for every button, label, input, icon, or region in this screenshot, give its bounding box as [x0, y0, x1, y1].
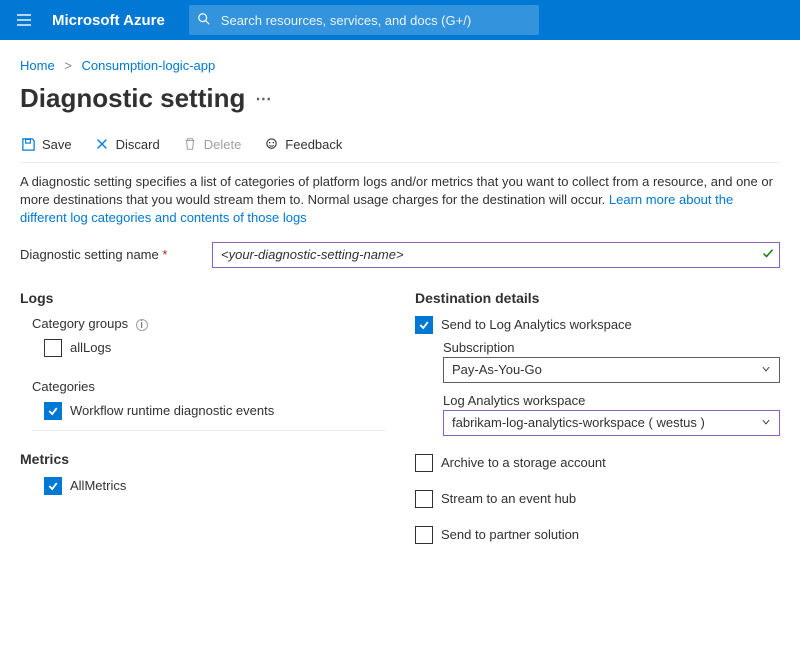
law-dropdown[interactable]: fabrikam-log-analytics-workspace ( westu…	[443, 410, 780, 436]
page-title: Diagnostic setting	[20, 83, 245, 114]
hamburger-icon[interactable]	[8, 4, 40, 36]
validation-check-icon	[762, 247, 774, 262]
delete-icon	[182, 136, 198, 152]
destination-heading: Destination details	[415, 290, 780, 306]
description-text: A diagnostic setting specifies a list of…	[20, 173, 780, 228]
allmetrics-label: AllMetrics	[70, 478, 126, 493]
setting-name-input[interactable]	[212, 242, 780, 268]
law-value: fabrikam-log-analytics-workspace ( westu…	[452, 415, 705, 430]
workflow-events-checkbox[interactable]: Workflow runtime diagnostic events	[32, 402, 385, 420]
setting-name-row: Diagnostic setting name *	[20, 242, 780, 268]
setting-name-label: Diagnostic setting name *	[20, 247, 198, 262]
checkbox-icon	[415, 526, 433, 544]
chevron-down-icon	[761, 415, 771, 430]
save-button[interactable]: Save	[20, 136, 72, 152]
send-law-checkbox[interactable]: Send to Log Analytics workspace	[415, 316, 780, 334]
azure-topbar: Microsoft Azure	[0, 0, 800, 40]
allmetrics-checkbox[interactable]: AllMetrics	[32, 477, 385, 495]
info-icon[interactable]: i	[136, 319, 148, 331]
workflow-events-label: Workflow runtime diagnostic events	[70, 403, 274, 418]
command-bar: Save Discard Delete Feedback	[20, 128, 780, 163]
feedback-button[interactable]: Feedback	[263, 136, 342, 152]
checkbox-icon	[44, 477, 62, 495]
global-search[interactable]	[189, 5, 539, 35]
categories-heading: Categories	[32, 379, 385, 394]
more-actions-icon[interactable]: ⋯	[255, 89, 273, 109]
checkbox-icon	[415, 490, 433, 508]
chevron-right-icon: >	[64, 58, 72, 73]
send-law-label: Send to Log Analytics workspace	[441, 317, 632, 332]
checkbox-icon	[415, 454, 433, 472]
metrics-heading: Metrics	[20, 451, 385, 467]
divider	[32, 430, 385, 431]
stream-eventhub-label: Stream to an event hub	[441, 491, 576, 506]
checkbox-icon	[415, 316, 433, 334]
subscription-label: Subscription	[443, 340, 780, 355]
checkbox-icon	[44, 402, 62, 420]
discard-icon	[94, 136, 110, 152]
discard-label: Discard	[116, 137, 160, 152]
archive-storage-checkbox[interactable]: Archive to a storage account	[415, 454, 780, 472]
alllogs-checkbox[interactable]: allLogs	[32, 339, 385, 357]
delete-button: Delete	[182, 136, 242, 152]
alllogs-label: allLogs	[70, 340, 111, 355]
breadcrumb-resource[interactable]: Consumption-logic-app	[82, 58, 216, 73]
discard-button[interactable]: Discard	[94, 136, 160, 152]
page-title-row: Diagnostic setting ⋯	[20, 83, 780, 114]
subscription-dropdown[interactable]: Pay-As-You-Go	[443, 357, 780, 383]
search-input[interactable]	[219, 12, 531, 29]
archive-storage-label: Archive to a storage account	[441, 455, 606, 470]
feedback-icon	[263, 136, 279, 152]
save-label: Save	[42, 137, 72, 152]
feedback-label: Feedback	[285, 137, 342, 152]
send-partner-label: Send to partner solution	[441, 527, 579, 542]
checkbox-icon	[44, 339, 62, 357]
subscription-value: Pay-As-You-Go	[452, 362, 542, 377]
send-partner-checkbox[interactable]: Send to partner solution	[415, 526, 780, 544]
category-groups-heading: Category groups i	[32, 316, 385, 331]
brand-label: Microsoft Azure	[52, 12, 177, 29]
save-icon	[20, 136, 36, 152]
breadcrumb-home[interactable]: Home	[20, 58, 55, 73]
logs-heading: Logs	[20, 290, 385, 306]
breadcrumb: Home > Consumption-logic-app	[20, 58, 780, 73]
stream-eventhub-checkbox[interactable]: Stream to an event hub	[415, 490, 780, 508]
search-icon	[197, 12, 211, 29]
chevron-down-icon	[761, 362, 771, 377]
delete-label: Delete	[204, 137, 242, 152]
law-label: Log Analytics workspace	[443, 393, 780, 408]
